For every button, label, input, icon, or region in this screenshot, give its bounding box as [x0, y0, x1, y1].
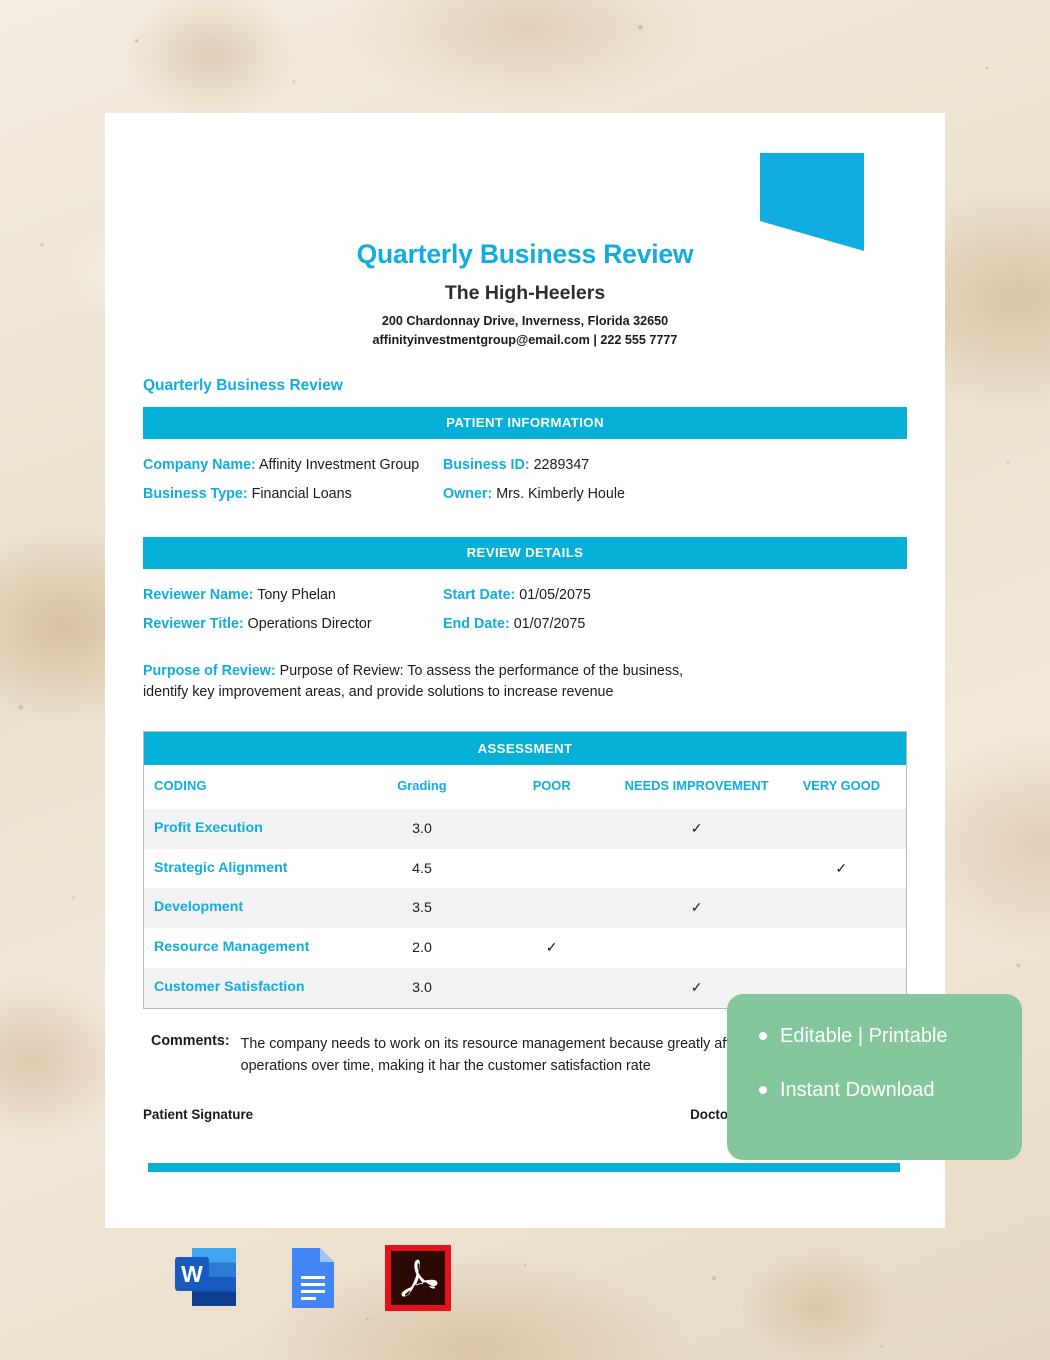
field-label: Reviewer Title:	[143, 615, 244, 632]
field-value: Affinity Investment Group	[259, 457, 420, 473]
promo-text: Instant Download	[780, 1079, 935, 1101]
field-reviewer-name: Reviewer Name: Tony Phelan	[143, 586, 443, 605]
field-value: 01/07/2075	[513, 615, 586, 632]
field-business-type: Business Type: Financial Loans	[143, 485, 443, 504]
row-grading: 4.5	[412, 860, 432, 877]
row-coding: Resource Management	[154, 939, 310, 956]
field-label: Business Type:	[143, 486, 248, 503]
field-value: Tony Phelan	[257, 586, 336, 603]
table-row: Profit Execution 3.0 ✓	[143, 808, 907, 849]
row-grading: 3.0	[357, 808, 487, 849]
company-logo-icon	[760, 147, 870, 252]
field-reviewer-title: Reviewer Title: Operations Director	[143, 615, 443, 634]
bullet-icon	[759, 1086, 767, 1094]
row-poor-check	[486, 967, 617, 1009]
patient-information-banner: PATIENT INFORMATION	[143, 407, 907, 439]
field-value: Mrs. Kimberly Houle	[496, 486, 625, 503]
field-label: Owner:	[443, 486, 493, 503]
bullet-icon	[759, 1032, 767, 1040]
row-coding: Profit Execution	[143, 808, 358, 849]
row-coding: Strategic Alignment	[154, 859, 288, 876]
promo-line-editable-printable: Editable | Printable	[759, 1024, 1022, 1048]
row-coding: Development	[143, 888, 358, 929]
row-very-good-check	[776, 888, 907, 929]
field-label: Start Date:	[443, 586, 516, 603]
adobe-pdf-icon[interactable]	[382, 1242, 454, 1314]
row-very-good-check	[777, 928, 907, 968]
field-company-name: Company Name: Affinity Investment Group	[143, 456, 443, 475]
column-header-needs-improvement: NEEDS IMPROVEMENT	[616, 765, 777, 809]
promo-line-instant-download: Instant Download	[759, 1078, 1022, 1102]
footer-accent-bar	[148, 1163, 900, 1172]
column-header-poor: POOR	[486, 765, 617, 809]
row-coding: Customer Satisfaction	[143, 967, 358, 1009]
comments-label: Comments:	[151, 1032, 230, 1049]
table-row: Development 3.5 ✓	[143, 888, 907, 929]
row-poor-check	[487, 849, 617, 889]
column-header-very-good: VERY GOOD	[776, 765, 907, 809]
field-value: 01/05/2075	[519, 586, 591, 603]
field-label: Business ID:	[443, 457, 530, 473]
purpose-of-review: Purpose of Review: Purpose of Review: To…	[143, 661, 723, 703]
field-label: End Date:	[443, 615, 510, 632]
field-value: 2289347	[533, 457, 590, 473]
svg-text:W: W	[181, 1261, 203, 1287]
review-details-fields: Reviewer Name: Tony Phelan Start Date: 0…	[143, 586, 907, 635]
row-needs-improvement-check	[617, 928, 777, 968]
field-business-id: Business ID: 2289347	[443, 456, 907, 475]
patient-information-fields: Company Name: Affinity Investment Group …	[143, 456, 907, 505]
google-docs-icon[interactable]	[276, 1242, 348, 1314]
assessment-header-row: CODING Grading POOR NEEDS IMPROVEMENT VE…	[143, 765, 907, 809]
promo-badge: Editable | Printable Instant Download	[727, 994, 1022, 1160]
assessment-banner: ASSESSMENT	[143, 731, 907, 766]
purpose-label: Purpose of Review:	[143, 663, 276, 680]
row-grading: 2.0	[412, 940, 432, 957]
review-details-banner: REVIEW DETAILS	[143, 536, 907, 569]
row-very-good-check: ✓	[835, 860, 848, 877]
field-value: Operations Director	[247, 615, 372, 632]
assessment-table: ASSESSMENT CODING Grading POOR NEEDS IMP…	[143, 731, 907, 1009]
field-owner: Owner: Mrs. Kimberly Houle	[443, 485, 907, 504]
column-header-coding: CODING	[143, 765, 358, 809]
company-contact: affinityinvestmentgroup@email.com | 222 …	[372, 333, 678, 347]
row-needs-improvement-check: ✓	[616, 808, 777, 849]
row-needs-improvement-check	[617, 849, 777, 889]
microsoft-word-icon[interactable]: W	[170, 1242, 242, 1314]
table-row: Resource Management 2.0 ✓	[144, 928, 907, 968]
promo-text: Editable | Printable	[780, 1025, 948, 1047]
table-row: Strategic Alignment 4.5 ✓	[144, 849, 907, 889]
field-end-date: End Date: 01/07/2075	[443, 615, 907, 634]
row-needs-improvement-check: ✓	[616, 888, 777, 929]
section-title: Quarterly Business Review	[143, 377, 343, 394]
row-poor-check: ✓	[545, 940, 558, 957]
patient-signature-label: Patient Signature	[143, 1107, 254, 1123]
row-poor-check	[486, 808, 617, 849]
row-very-good-check	[776, 808, 907, 849]
row-grading: 3.5	[357, 888, 487, 929]
field-start-date: Start Date: 01/05/2075	[443, 586, 907, 605]
company-address: 200 Chardonnay Drive, Inverness, Florida…	[381, 314, 669, 328]
assessment-banner-row: ASSESSMENT	[143, 731, 907, 766]
field-label: Company Name:	[143, 457, 256, 473]
field-value: Financial Loans	[251, 486, 352, 503]
field-label: Reviewer Name:	[143, 586, 254, 603]
company-name-heading: The High-Heelers	[444, 282, 606, 304]
column-header-grading: Grading	[357, 765, 487, 809]
file-format-icons: W	[170, 1242, 454, 1314]
row-poor-check	[486, 888, 617, 929]
row-grading: 3.0	[357, 967, 487, 1009]
